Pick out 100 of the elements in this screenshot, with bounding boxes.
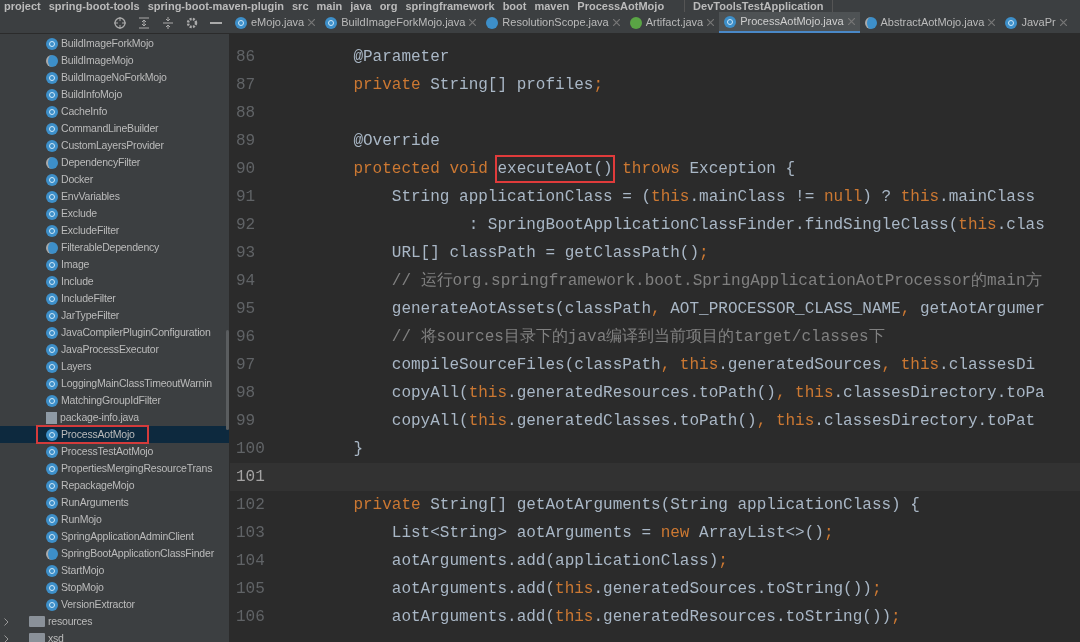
code-text: .clas: [996, 215, 1045, 236]
code-text: .classesDi: [939, 355, 1036, 376]
class-icon: [46, 360, 58, 373]
tree-item[interactable]: CacheInfo: [0, 103, 229, 120]
close-icon[interactable]: [469, 19, 477, 26]
minimize-icon[interactable]: [210, 21, 222, 24]
close-icon[interactable]: [707, 19, 715, 26]
code-text: this: [958, 215, 997, 236]
code-text: ArrayList<>(): [699, 523, 824, 544]
class-icon: [46, 37, 58, 50]
code-text: aotArguments.add(: [390, 607, 556, 628]
editor-tab[interactable]: ResolutionScope.java: [481, 12, 625, 33]
editor-tab[interactable]: eMojo.java: [230, 12, 321, 33]
collapse-icon[interactable]: [162, 16, 174, 29]
breadcrumb-item[interactable]: spring-boot-maven-plugin: [147, 0, 284, 12]
tree-item[interactable]: resources: [0, 613, 229, 630]
tree-item[interactable]: Exclude: [0, 205, 229, 222]
tree-item[interactable]: JarTypeFilter: [0, 307, 229, 324]
editor-tab[interactable]: BuildImageForkMojo.java: [320, 12, 482, 33]
interface-icon: [629, 16, 642, 29]
tree-item[interactable]: RunArguments: [0, 494, 229, 511]
tree-item[interactable]: StopMojo: [0, 579, 229, 596]
tree-item[interactable]: VersionExtractor: [0, 596, 229, 613]
breadcrumb-item[interactable]: src: [292, 0, 309, 12]
code-text: .generatedClasses.toPath(): [507, 411, 757, 432]
tree-item[interactable]: SpringApplicationAdminClient: [0, 528, 229, 545]
class-icon: [46, 122, 58, 135]
tree-item[interactable]: ProcessTestAotMojo: [0, 443, 229, 460]
line-number: 94: [235, 271, 257, 292]
breadcrumb-item[interactable]: java: [350, 0, 372, 12]
tree-item[interactable]: Docker: [0, 171, 229, 188]
line-number: 103: [235, 523, 266, 544]
code-text: String[] profiles: [430, 75, 594, 96]
tree-item[interactable]: CustomLayersProvider: [0, 137, 229, 154]
tree-item[interactable]: LoggingMainClassTimeoutWarnin: [0, 375, 229, 392]
close-icon[interactable]: [1059, 19, 1067, 26]
tree-item[interactable]: FilterableDependency: [0, 239, 229, 256]
code-text: ,: [900, 299, 912, 320]
class-icon: [46, 173, 58, 186]
settings-icon[interactable]: [186, 16, 198, 29]
tree-item[interactable]: DependencyFilter: [0, 154, 229, 171]
expand-icon[interactable]: [138, 16, 150, 29]
close-icon[interactable]: [308, 19, 316, 26]
close-icon[interactable]: [612, 19, 620, 26]
code-text: : SpringBootApplicationClassFinder.findSingleClass(: [467, 215, 959, 236]
line-number: 99: [235, 411, 257, 432]
tree-item[interactable]: BuildImageNoForkMojo: [0, 69, 229, 86]
editor-tab[interactable]: AbstractAotMojo.java: [859, 12, 1001, 33]
line-number: 96: [235, 327, 257, 348]
breadcrumb-item[interactable]: project: [4, 0, 41, 12]
tree-item[interactable]: PropertiesMergingResourceTrans: [0, 460, 229, 477]
tree-item[interactable]: SpringBootApplicationClassFinder: [0, 545, 229, 562]
tree-item[interactable]: Image: [0, 256, 229, 273]
breadcrumb-item[interactable]: main: [316, 0, 343, 12]
breadcrumb-item[interactable]: springframework: [405, 0, 495, 12]
tree-item[interactable]: package-info.java: [0, 409, 229, 426]
tree-item[interactable]: xsd: [0, 630, 229, 642]
tree-item[interactable]: RepackageMojo: [0, 477, 229, 494]
code-text: throws: [621, 159, 681, 180]
breadcrumb-item[interactable]: spring-boot-tools: [48, 0, 140, 12]
code-text: copyAll(: [390, 411, 469, 432]
breadcrumb-item[interactable]: ProcessAotMojo: [577, 0, 665, 12]
tree-item[interactable]: BuildImageForkMojo: [0, 35, 229, 52]
tree-item[interactable]: JavaCompilerPluginConfiguration: [0, 324, 229, 341]
class-icon: [46, 292, 58, 305]
tree-item[interactable]: StartMojo: [0, 562, 229, 579]
code-text: ;: [823, 523, 834, 544]
breadcrumb-item[interactable]: boot: [502, 0, 527, 12]
editor-tab[interactable]: JavaPr: [1000, 12, 1072, 33]
code-text: URL[] classPath = getClassPath(): [390, 243, 700, 264]
editor-tab[interactable]: Artifact.java: [624, 12, 720, 33]
tree-item[interactable]: Layers: [0, 358, 229, 375]
line-number: 91: [235, 187, 257, 208]
tree-item[interactable]: BuildInfoMojo: [0, 86, 229, 103]
editor-tab[interactable]: ProcessAotMojo.java: [719, 12, 860, 33]
class-icon: [46, 530, 58, 543]
tree-item[interactable]: Include: [0, 273, 229, 290]
line-number: 90: [235, 159, 257, 180]
crosshair-icon[interactable]: [114, 16, 126, 29]
tree-item[interactable]: BuildImageMojo: [0, 52, 229, 69]
breadcrumb-item[interactable]: org: [379, 0, 398, 12]
tree-item[interactable]: JavaProcessExecutor: [0, 341, 229, 358]
breadcrumb-item[interactable]: maven: [534, 0, 570, 12]
close-icon[interactable]: [847, 18, 855, 25]
class-icon: [46, 258, 58, 271]
line-number: 88: [235, 103, 257, 124]
abstract-class-icon: [864, 16, 877, 29]
code-text: Exception {: [689, 159, 796, 180]
close-icon[interactable]: [988, 19, 996, 26]
class-icon: [46, 105, 58, 118]
tree-item[interactable]: ProcessAotMojo: [0, 426, 229, 443]
tree-item[interactable]: RunMojo: [0, 511, 229, 528]
code-text: ;: [593, 75, 604, 96]
tree-item[interactable]: ExcludeFilter: [0, 222, 229, 239]
abstract-class-icon: [46, 156, 58, 169]
tree-item[interactable]: MatchingGroupIdFilter: [0, 392, 229, 409]
tree-item[interactable]: EnvVariables: [0, 188, 229, 205]
class-icon: [46, 428, 58, 441]
tree-item[interactable]: IncludeFilter: [0, 290, 229, 307]
tree-item[interactable]: CommandLineBuilder: [0, 120, 229, 137]
